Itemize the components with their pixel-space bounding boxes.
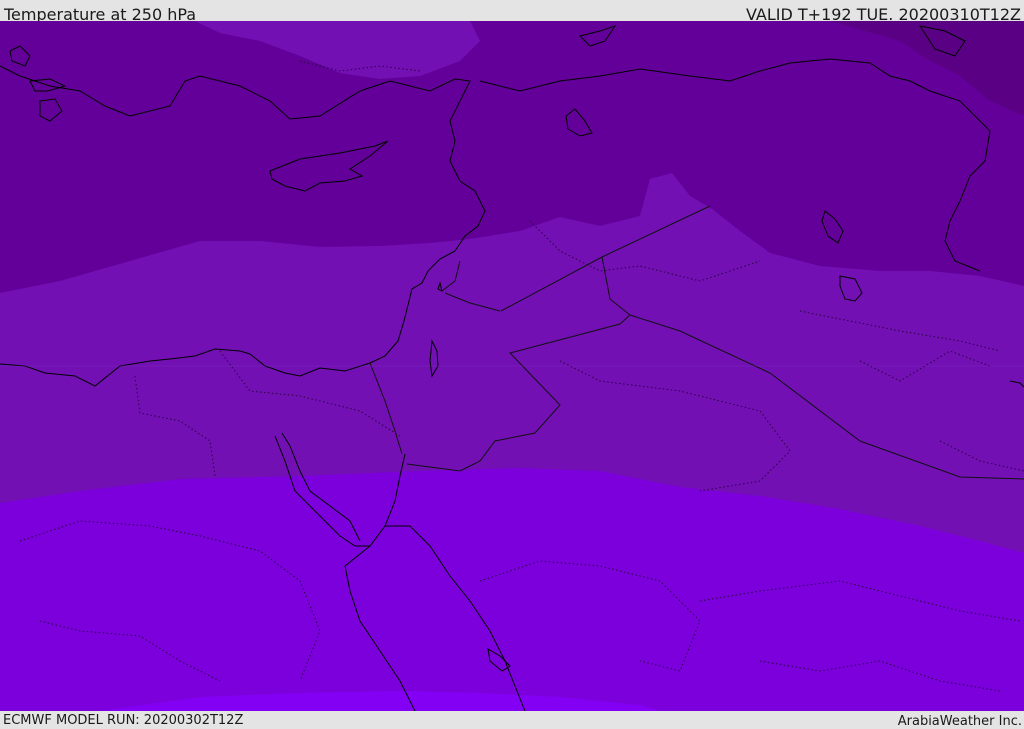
map-canvas (0, 21, 1024, 711)
map-viewer: Temperature at 250 hPa VALID T+192 TUE. … (0, 0, 1024, 729)
header-bar: Temperature at 250 hPa VALID T+192 TUE. … (0, 0, 1024, 24)
model-run-label: ECMWF MODEL RUN: 20200302T12Z (3, 713, 244, 728)
footer-bar: ECMWF MODEL RUN: 20200302T12Z ArabiaWeat… (0, 711, 1024, 729)
weather-map[interactable] (0, 21, 1024, 711)
credit-label: ArabiaWeather Inc. (897, 714, 1022, 729)
